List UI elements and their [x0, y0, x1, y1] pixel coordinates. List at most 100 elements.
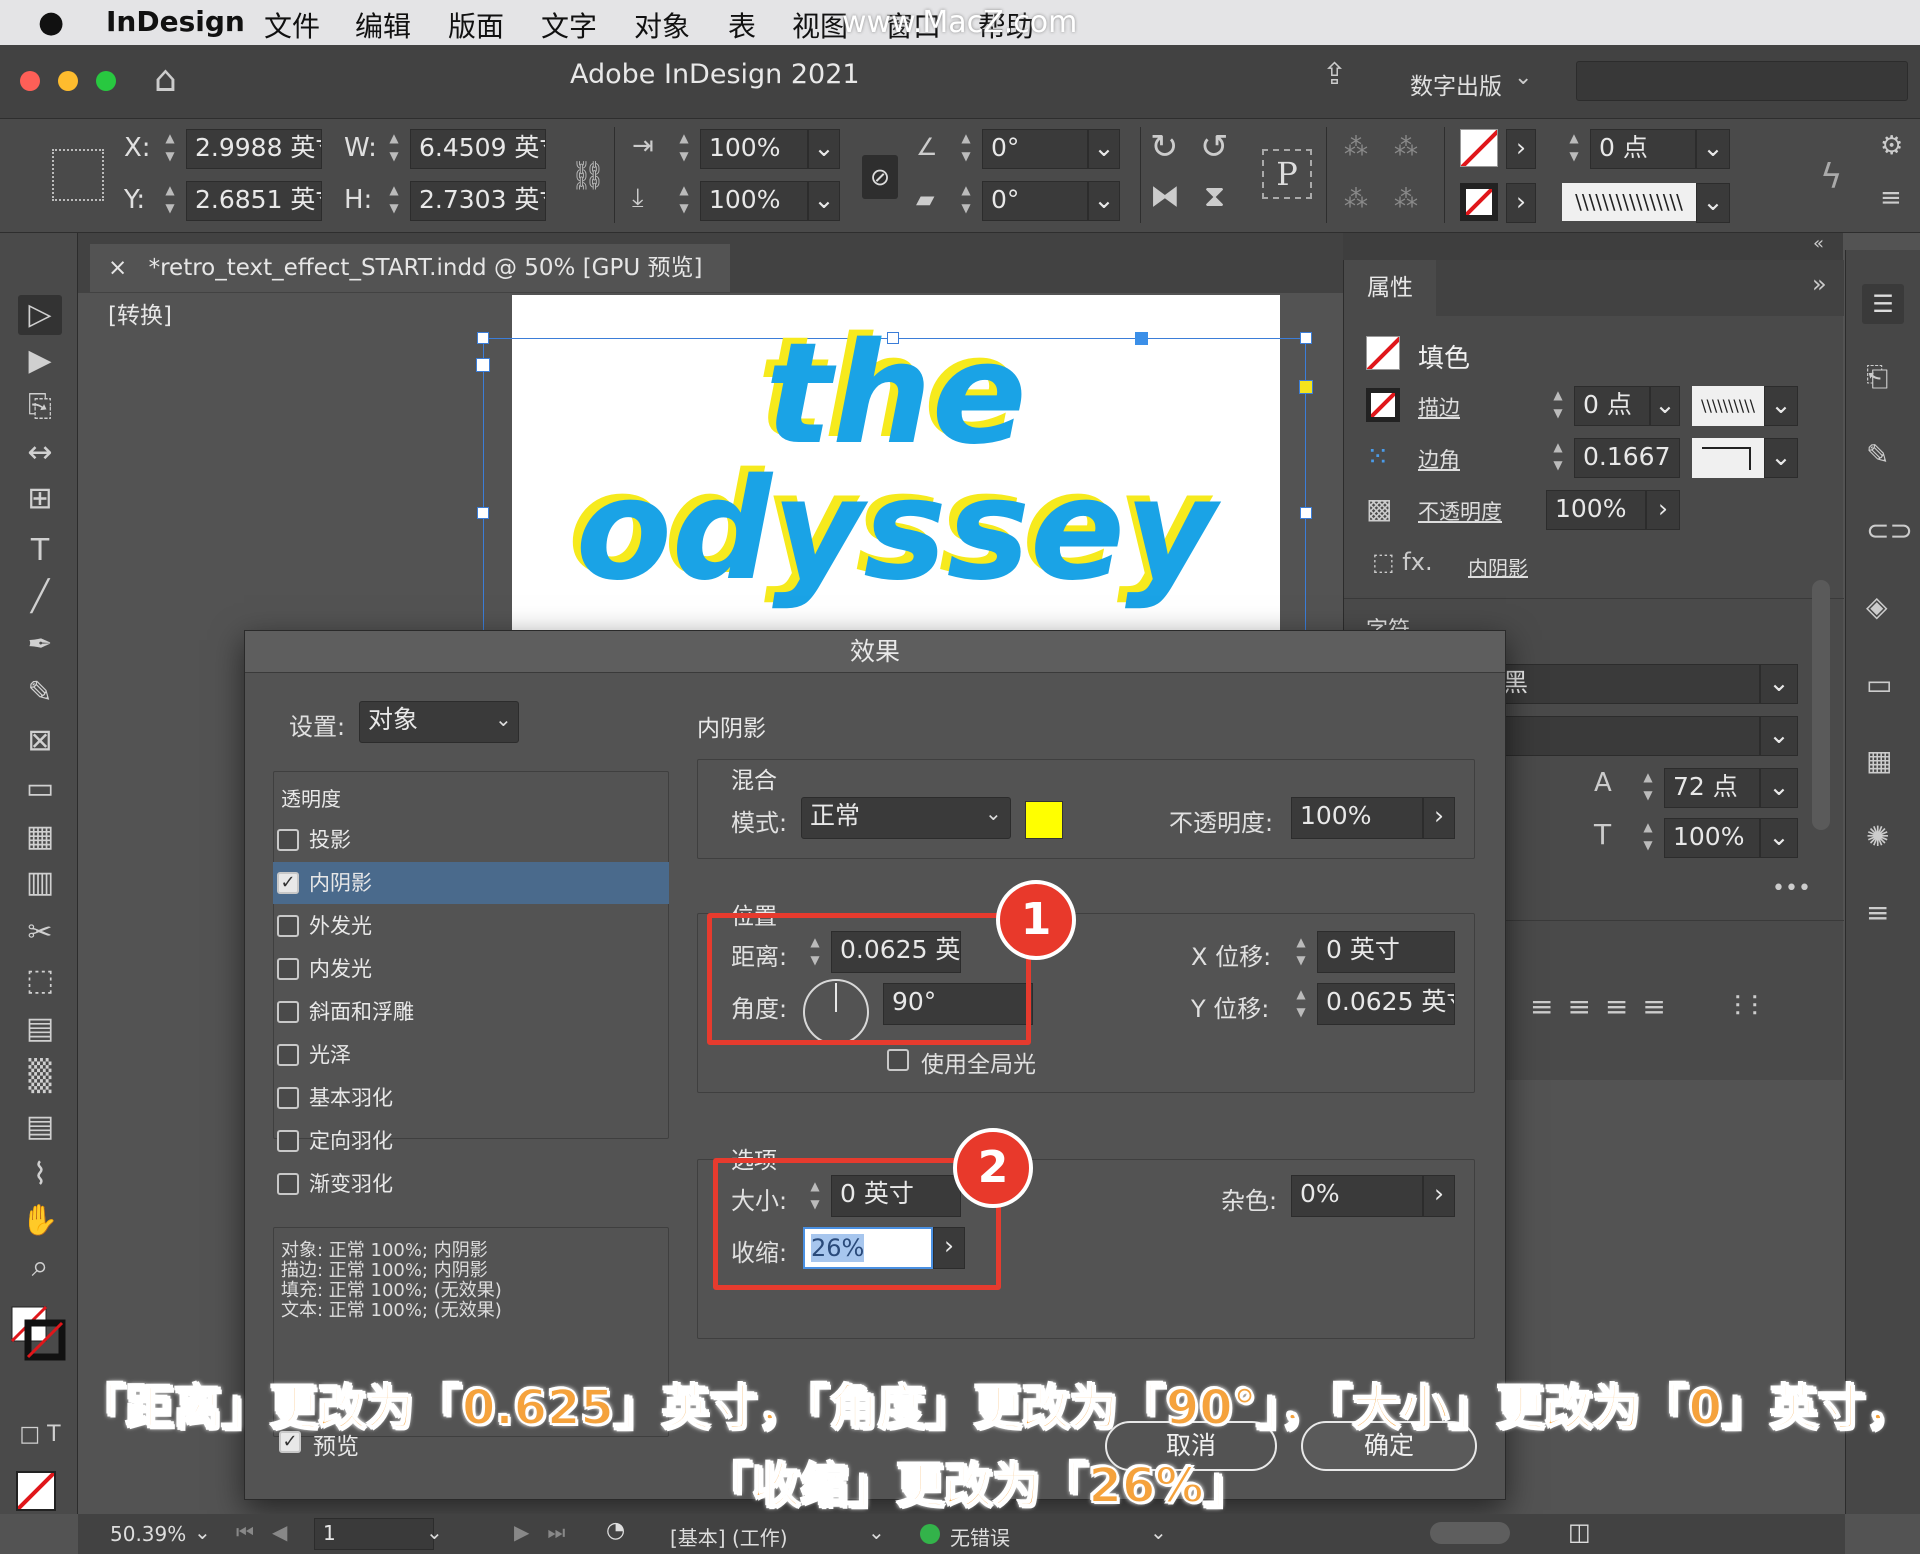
rotate-cw-icon[interactable]: ↻ [1150, 127, 1179, 167]
stroke-type-icon[interactable]: \\\\\\\\\\ [1692, 386, 1764, 426]
list-item[interactable]: 光泽 [277, 1034, 657, 1076]
rotate-stepper[interactable]: ▲ ▼ [954, 129, 978, 169]
next-last-page-icons[interactable]: ▶⏭ [514, 1520, 583, 1544]
chevron-right-icon[interactable]: › [1646, 490, 1680, 530]
text-frame-in-port[interactable] [476, 358, 490, 372]
leading-stepper[interactable]: ▲ ▼ [1636, 768, 1660, 808]
minimize-window-button[interactable] [58, 71, 78, 91]
chevron-down-icon[interactable]: ⌄ [1696, 129, 1730, 169]
list-item-selected[interactable]: ✓ 内阴影 [273, 862, 669, 904]
chevron-down-icon[interactable]: ⌄ [1760, 716, 1798, 756]
first-prev-page-icons[interactable]: ⏮◀ [236, 1520, 305, 1544]
workspace-switcher[interactable]: 数字出版 [1410, 67, 1502, 101]
list-item[interactable]: 斜面和浮雕 [277, 991, 657, 1033]
menu-icon[interactable]: ≡ [1880, 183, 1902, 213]
y-stepper[interactable]: ▲ ▼ [158, 181, 182, 221]
checkbox[interactable] [277, 1130, 299, 1152]
fill-stroke-proxy-icon[interactable] [10, 1305, 66, 1361]
stroke-panel-icon[interactable]: ≡ [1866, 896, 1889, 929]
stroke-weight-stepper[interactable]: ▲ ▼ [1562, 129, 1586, 169]
links-panel-icon[interactable]: ⊂⊃ [1866, 514, 1913, 547]
corner-label[interactable]: 边角 [1418, 444, 1460, 474]
pencil-tool-icon[interactable]: ✎ [18, 673, 62, 713]
horizontal-scrollbar[interactable] [1430, 1522, 1510, 1544]
eyedropper-tool-icon[interactable]: ⌇ [18, 1155, 62, 1195]
checkbox[interactable] [277, 915, 299, 937]
menu-view[interactable]: 视图 [792, 5, 848, 45]
quick-actions-icon[interactable]: ϟ [1820, 157, 1842, 197]
swatches-panel-icon[interactable]: ▭ [1866, 668, 1892, 701]
zoom-window-button[interactable] [96, 71, 116, 91]
chevron-down-icon[interactable]: ⌄ [1760, 768, 1798, 808]
shadow-color-swatch[interactable] [1025, 801, 1063, 839]
fill-swatch[interactable] [1366, 336, 1400, 370]
checkbox[interactable] [277, 1087, 299, 1109]
effects-icon[interactable]: ⬚ fx. [1372, 548, 1433, 576]
selection-handle[interactable] [477, 332, 489, 344]
swatches-grid-icon[interactable]: ▦ [1866, 744, 1892, 777]
x-offset-field[interactable]: 0 英寸 [1317, 931, 1455, 973]
selection-handle[interactable] [477, 507, 489, 519]
checkbox[interactable] [277, 1173, 299, 1195]
effect-link[interactable]: 内阴影 [1468, 552, 1528, 581]
menu-layout[interactable]: 版面 [448, 5, 504, 45]
pen-tool-icon[interactable]: ✒ [18, 625, 62, 665]
collapse-panel-icon[interactable]: « [1813, 233, 1824, 254]
chevron-down-icon[interactable]: ⌄ [1760, 818, 1798, 858]
gear-icon[interactable]: ⚙ [1880, 131, 1903, 161]
checkbox-checked[interactable]: ✓ [277, 872, 299, 894]
search-input[interactable] [1576, 61, 1908, 101]
chevron-down-icon[interactable]: ⌄ [985, 801, 1002, 825]
paragraph-align-icons[interactable]: ≡≡≡≡ [1530, 990, 1680, 1023]
h-stepper[interactable]: ▲ ▼ [382, 181, 406, 221]
y-offset-stepper[interactable]: ▲ ▼ [1289, 985, 1313, 1025]
opacity-field[interactable]: 100% [1291, 797, 1423, 839]
chevron-down-icon[interactable]: ⌄ [1088, 129, 1120, 169]
chevron-down-icon[interactable]: ⌄ [1514, 65, 1532, 90]
gradient-feather-tool-icon[interactable]: ▒ [18, 1057, 62, 1097]
chevron-down-icon[interactable]: ⌄ [495, 707, 512, 731]
mode-select[interactable]: 正常 [801, 797, 1011, 839]
stroke-label[interactable]: 描边 [1418, 392, 1460, 422]
chevron-down-icon[interactable]: ⌄ [1150, 1520, 1167, 1544]
chevron-down-icon[interactable]: ⌄ [1760, 664, 1798, 704]
close-window-button[interactable] [20, 71, 40, 91]
select-content-icon[interactable]: ⁂ [1344, 185, 1368, 213]
zoom-tool-icon[interactable]: ⌕ [18, 1247, 62, 1287]
table-tool-icon[interactable]: ▦ [18, 817, 62, 857]
x-offset-stepper[interactable]: ▲ ▼ [1289, 933, 1313, 973]
global-light-checkbox[interactable] [887, 1049, 909, 1071]
list-item[interactable]: 投影 [277, 819, 657, 861]
scale-y-field[interactable]: 100% [700, 181, 808, 221]
layers-panel-icon[interactable]: ◈ [1866, 590, 1888, 623]
note-tool-icon[interactable]: ▤ [18, 1107, 62, 1147]
type-tool-icon[interactable]: T [18, 531, 62, 571]
checkbox[interactable] [277, 958, 299, 980]
share-icon[interactable]: ⇪ [1322, 57, 1347, 92]
link-scale-icon[interactable]: ⊘ [862, 155, 898, 199]
menu-table[interactable]: 表 [728, 5, 756, 45]
stroke-type-icon[interactable]: \\\\\\\\\\\\\\\\ [1562, 183, 1696, 221]
flip-vertical-icon[interactable]: ⧗ [1204, 179, 1225, 214]
opacity-field[interactable]: 100% [1546, 490, 1646, 530]
apple-icon[interactable]: ● [38, 5, 64, 40]
reference-point-icon[interactable] [52, 149, 104, 201]
font-style-field[interactable]: 黑 [1494, 664, 1760, 704]
chevron-down-icon[interactable]: ⌄ [1650, 386, 1680, 426]
panel-scrollbar[interactable] [1812, 580, 1830, 830]
x-stepper[interactable]: ▲ ▼ [158, 129, 182, 169]
zoom-level[interactable]: 50.39% [110, 1522, 186, 1546]
shear-field[interactable]: 0° [982, 181, 1088, 221]
menu-edit[interactable]: 编辑 [355, 5, 411, 45]
direct-selection-tool-icon[interactable]: ▶ [18, 341, 62, 381]
selection-handle[interactable] [1300, 332, 1312, 344]
y-offset-field[interactable]: 0.0625 英寸 [1317, 983, 1455, 1025]
page-tool-icon[interactable]: ⎘ [18, 387, 62, 427]
corner-shape-icon[interactable] [1692, 438, 1764, 478]
chevron-down-icon[interactable]: ⌄ [808, 181, 840, 221]
chevron-down-icon[interactable]: ⌄ [426, 1520, 443, 1544]
gradient-swatch-tool-icon[interactable]: ▤ [18, 1009, 62, 1049]
chevron-down-icon[interactable]: ⌄ [1696, 183, 1730, 223]
flip-horizontal-icon[interactable]: ⧓ [1150, 179, 1180, 214]
rotate-field[interactable]: 0° [982, 129, 1088, 169]
